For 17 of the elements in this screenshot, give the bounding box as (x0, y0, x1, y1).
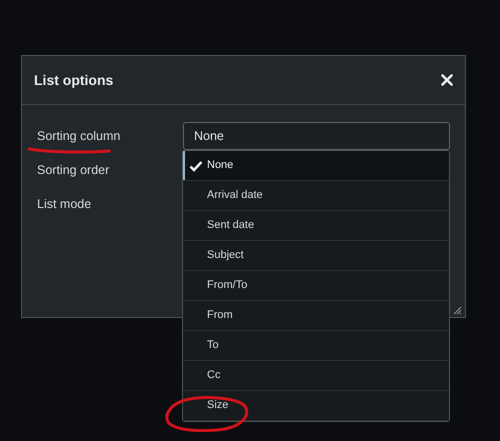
field-label: Sorting order (37, 162, 110, 179)
dropdown-option[interactable]: Cc (183, 361, 449, 391)
resize-grip-icon[interactable] (453, 306, 462, 315)
dropdown-option[interactable]: Arrival date (183, 181, 449, 211)
field-label: List mode (37, 196, 92, 213)
dropdown-option[interactable]: From (183, 301, 449, 331)
dialog-title: List options (34, 70, 114, 90)
dropdown-option[interactable]: From/To (183, 271, 449, 301)
check-icon (189, 160, 203, 172)
close-icon[interactable] (441, 74, 453, 86)
dropdown-option[interactable]: Sent date (183, 211, 449, 241)
dropdown-option[interactable]: To (183, 331, 449, 361)
dropdown-option[interactable]: Subject (183, 241, 449, 271)
dropdown-option[interactable]: None (183, 151, 449, 181)
dropdown-option[interactable]: Size (183, 391, 449, 421)
field-label: Sorting column (37, 128, 122, 145)
select-field[interactable]: None (183, 122, 450, 150)
